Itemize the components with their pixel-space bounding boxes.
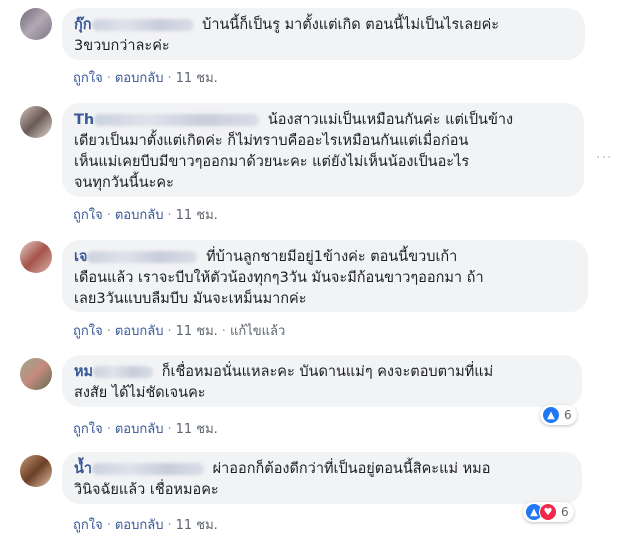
commenter-name[interactable]: Th: [74, 112, 263, 128]
commenter-name[interactable]: หม: [74, 364, 157, 380]
comment-bubble: เจ ที่บ้านลูกชายมีอยู่1ข้างค่ะ ตอนนี้ขวบ…: [62, 240, 588, 312]
like-link[interactable]: ถูกใจ: [73, 422, 103, 437]
more-options-icon[interactable]: ···: [596, 150, 612, 166]
like-link[interactable]: ถูกใจ: [73, 208, 103, 223]
reply-link[interactable]: ตอบกลับ: [115, 422, 164, 437]
avatar[interactable]: [20, 241, 52, 273]
timestamp[interactable]: 11 ชม.: [176, 208, 218, 223]
reaction-summary[interactable]: ▲ ♥ 6: [523, 502, 574, 522]
reaction-summary[interactable]: ▲ 6: [540, 405, 577, 425]
comment-actions: ถูกใจ · ตอบกลับ · 11 ชม.: [73, 518, 218, 533]
love-reaction-icon: ♥: [539, 503, 557, 521]
comment-actions: ถูกใจ · ตอบกลับ · 11 ชม. · แก้ไขแล้ว: [73, 324, 286, 339]
reaction-count: 6: [564, 408, 572, 422]
commenter-name[interactable]: น้ำ: [74, 461, 208, 477]
timestamp[interactable]: 11 ชม.: [176, 71, 218, 86]
comment-text-line: ที่บ้านลูกชายมีอยู่1ข้างค่ะ ตอนนี้ขวบเก้…: [206, 249, 458, 265]
timestamp[interactable]: 11 ชม.: [176, 518, 218, 533]
reply-link[interactable]: ตอบกลับ: [115, 324, 164, 339]
like-link[interactable]: ถูกใจ: [73, 324, 103, 339]
comment-text-line: เห็นแม่เคยบีบมีขาวๆออกมาด้วยนะคะ แต่ยังไ…: [74, 154, 470, 170]
reply-link[interactable]: ตอบกลับ: [115, 208, 164, 223]
comment-text-line: ก็เชื่อหมอนั่นแหละคะ บันดานแม่ๆ คงจะตอบต…: [161, 364, 494, 380]
comment-actions: ถูกใจ · ตอบกลับ · 11 ชม.: [73, 422, 218, 437]
comment-bubble: กุ๊ก บ้านนี้ก็เป็นรู มาตั้งแต่เกิด ตอนนี…: [62, 8, 585, 60]
comment-bubble: น้ำ ผ่าออกก็ต้องดีกว่าที่เป็นอยู่ตอนนี้ส…: [62, 452, 582, 504]
comment-text-line: บ้านนี้ก็เป็นรู มาตั้งแต่เกิด ตอนนี้ไม่เ…: [202, 17, 500, 33]
comment-actions: ถูกใจ · ตอบกลับ · 11 ชม.: [73, 208, 218, 223]
like-link[interactable]: ถูกใจ: [73, 71, 103, 86]
like-link[interactable]: ถูกใจ: [73, 518, 103, 533]
avatar[interactable]: [20, 358, 52, 390]
comment-bubble: Th น้องสาวแม่เป็นเหมือนกันค่ะ แต่เป็นข้า…: [62, 103, 584, 197]
comment-text-line: เลย3วันแบบลืมบีบ มันจะเหม็นมากค่ะ: [74, 291, 307, 307]
commenter-name[interactable]: เจ: [74, 249, 201, 265]
comment-text-line: 3ขวบกว่าละค่ะ: [74, 38, 170, 54]
comment-actions: ถูกใจ · ตอบกลับ · 11 ชม.: [73, 71, 218, 86]
comment-text-line: สงสัย ได้ไม่ชัดเจนคะ: [74, 385, 206, 401]
edited-label[interactable]: แก้ไขแล้ว: [230, 324, 285, 339]
comment-text-line: เดียวเป็นมาตั้งแต่เกิดค่ะ ก็ไม่ทราบคืออะ…: [74, 133, 469, 149]
comment-text-line: เดือนแล้ว เราจะบีบให้ตัวน้องทุกๆ3วัน มัน…: [74, 270, 484, 286]
reply-link[interactable]: ตอบกลับ: [115, 71, 164, 86]
like-reaction-icon: ▲: [542, 406, 560, 424]
comment-text-line: น้องสาวแม่เป็นเหมือนกันค่ะ แต่เป็นข้าง: [267, 112, 514, 128]
comment-text-line: วินิจฉัยแล้ว เชื่อหมอคะ: [74, 482, 219, 498]
avatar[interactable]: [20, 8, 52, 40]
comment-text-line: ผ่าออกก็ต้องดีกว่าที่เป็นอยู่ตอนนี้สิคะแ…: [212, 461, 491, 477]
timestamp[interactable]: 11 ชม.: [176, 324, 218, 339]
commenter-name[interactable]: กุ๊ก: [74, 17, 198, 33]
reaction-count: 6: [561, 505, 569, 519]
comment-bubble: หม ก็เชื่อหมอนั่นแหละคะ บันดานแม่ๆ คงจะต…: [62, 355, 582, 407]
avatar[interactable]: [20, 106, 52, 138]
reply-link[interactable]: ตอบกลับ: [115, 518, 164, 533]
avatar[interactable]: [20, 455, 52, 487]
timestamp[interactable]: 11 ชม.: [176, 422, 218, 437]
comment-text-line: จนทุกวันนี้นะคะ: [74, 175, 174, 191]
